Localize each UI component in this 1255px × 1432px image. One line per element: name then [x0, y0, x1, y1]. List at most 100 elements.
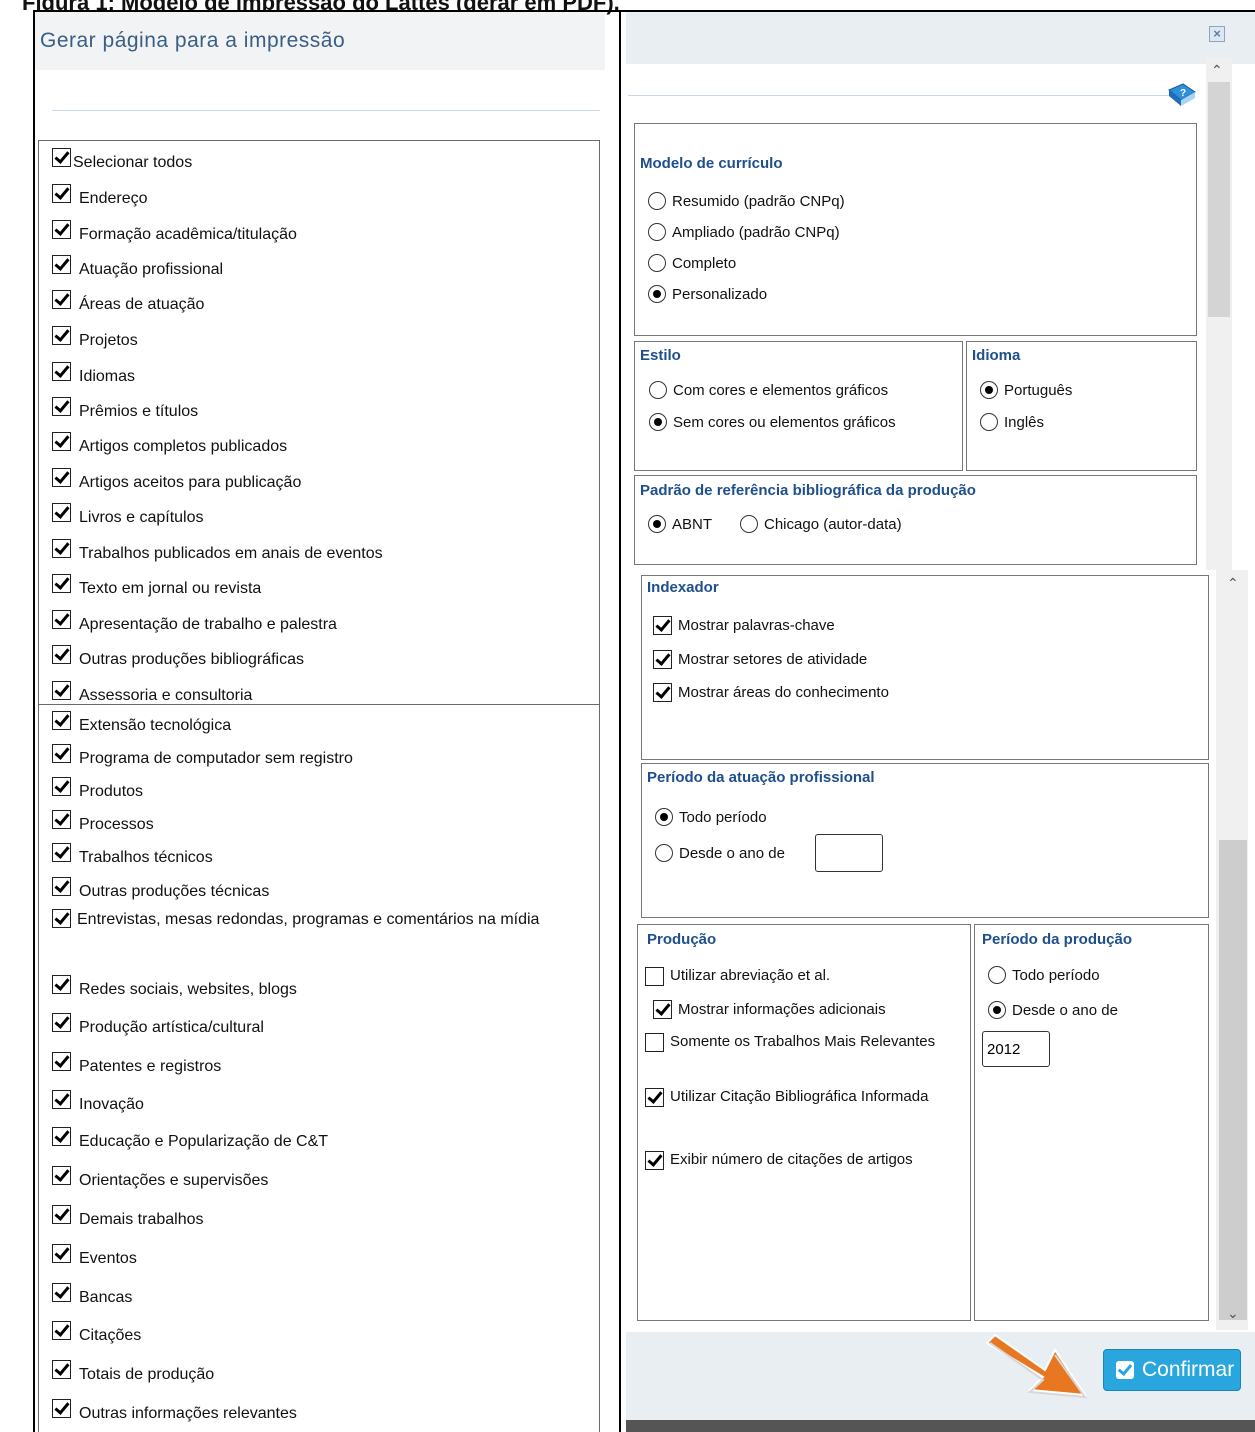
checkbox-option[interactable]: Mostrar informações adicionais — [653, 1000, 886, 1019]
radio-option[interactable]: Com cores e elementos gráficos — [649, 381, 888, 399]
checkbox[interactable] — [645, 1087, 664, 1107]
left-checklist-item[interactable]: Extensão tecnológica — [52, 711, 231, 736]
radio-option[interactable]: Ampliado (padrão CNPq) — [648, 223, 840, 241]
checkbox[interactable] — [52, 397, 71, 416]
radio-button[interactable] — [980, 413, 998, 431]
left-checklist-item[interactable]: Eventos — [52, 1244, 137, 1269]
checkbox[interactable] — [52, 1244, 71, 1263]
left-checklist-item[interactable]: Inovação — [52, 1090, 144, 1115]
checkbox[interactable] — [52, 681, 71, 700]
radio-option[interactable]: Sem cores ou elementos gráficos — [649, 413, 896, 431]
checkbox[interactable] — [653, 650, 672, 669]
checkbox-option[interactable]: Somente os Trabalhos Mais Relevantes — [645, 1030, 945, 1053]
left-checklist-item[interactable]: Entrevistas, mesas redondas, programas e… — [42, 909, 582, 931]
radio-button[interactable] — [648, 285, 666, 303]
checkbox-option[interactable]: Mostrar palavras-chave — [653, 616, 835, 635]
left-checklist-item[interactable]: Processos — [52, 810, 154, 835]
left-checklist-item[interactable]: Texto em jornal ou revista — [52, 574, 261, 599]
left-checklist-item[interactable]: Assessoria e consultoria — [52, 681, 252, 706]
radio-button[interactable] — [740, 515, 758, 533]
scroll-up-arrow-icon[interactable]: ⌃ — [1211, 62, 1223, 79]
checkbox[interactable] — [52, 1127, 71, 1146]
left-checklist-item[interactable]: Outras produções técnicas — [52, 877, 269, 902]
radio-option[interactable]: Chicago (autor-data) — [740, 515, 902, 533]
scroll-up-arrow-icon[interactable]: ⌃ — [1227, 575, 1239, 592]
checkbox[interactable] — [52, 539, 71, 558]
radio-button[interactable] — [648, 515, 666, 533]
checkbox[interactable] — [52, 975, 71, 994]
help-book-icon[interactable]: ? — [1167, 82, 1197, 108]
checkbox[interactable] — [653, 616, 672, 635]
left-checklist-item[interactable]: Apresentação de trabalho e palestra — [52, 610, 337, 635]
checkbox-option[interactable]: Mostrar setores de atividade — [653, 650, 867, 669]
checkbox[interactable] — [52, 610, 71, 629]
left-checklist-item[interactable]: Citações — [52, 1321, 141, 1346]
checkbox[interactable] — [52, 744, 71, 763]
checkbox[interactable] — [52, 362, 71, 381]
radio-button[interactable] — [649, 381, 667, 399]
left-checklist-item[interactable]: Idiomas — [52, 362, 135, 387]
left-checklist-item[interactable]: Artigos aceitos para publicação — [52, 468, 301, 493]
left-checklist-item[interactable]: Educação e Popularização de C&T — [52, 1127, 328, 1152]
checkbox-option[interactable]: Exibir número de citações de artigos — [645, 1148, 945, 1171]
checkbox[interactable] — [52, 326, 71, 345]
checkbox[interactable] — [52, 810, 71, 829]
left-checklist-item[interactable]: Totais de produção — [52, 1360, 214, 1385]
checkbox-option[interactable]: Utilizar abreviação et al. — [645, 964, 945, 987]
checkbox-option[interactable]: Utilizar Citação Bibliográfica Informada — [645, 1085, 945, 1108]
radio-option[interactable]: Português — [980, 381, 1072, 399]
checkbox[interactable] — [52, 909, 71, 928]
left-checklist-item[interactable]: Trabalhos publicados em anais de eventos — [52, 539, 383, 564]
checkbox[interactable] — [52, 1360, 71, 1379]
checkbox[interactable] — [52, 255, 71, 274]
checkbox[interactable] — [52, 1205, 71, 1224]
checkbox[interactable] — [52, 843, 71, 862]
checkbox[interactable] — [52, 148, 71, 167]
checkbox[interactable] — [52, 574, 71, 593]
left-checklist-item[interactable]: Livros e capítulos — [52, 503, 204, 528]
left-checklist-item[interactable]: Artigos completos publicados — [52, 432, 287, 457]
checkbox[interactable] — [645, 1150, 664, 1170]
radio-button[interactable] — [648, 223, 666, 241]
radio-option[interactable]: Inglês — [980, 413, 1044, 431]
left-checklist-item[interactable]: Áreas de atuação — [52, 290, 204, 315]
radio-option[interactable]: Todo período — [655, 808, 767, 826]
checkbox[interactable] — [52, 468, 71, 487]
close-icon[interactable]: × — [1209, 26, 1225, 42]
radio-button[interactable] — [649, 413, 667, 431]
checkbox-option[interactable]: Mostrar áreas do conhecimento — [653, 683, 889, 702]
left-checklist-item[interactable]: Produtos — [52, 777, 143, 802]
checkbox[interactable] — [52, 1283, 71, 1302]
radio-option[interactable]: Completo — [648, 254, 736, 272]
atuacao-year-input[interactable] — [815, 834, 883, 872]
checkbox[interactable] — [52, 503, 71, 522]
left-checklist-item[interactable]: Redes sociais, websites, blogs — [52, 975, 297, 1000]
radio-option[interactable]: Resumido (padrão CNPq) — [648, 192, 845, 210]
scrollbar-upper-thumb[interactable] — [1208, 82, 1230, 317]
scroll-down-arrow-icon[interactable]: ⌄ — [1227, 1305, 1239, 1322]
radio-button[interactable] — [988, 966, 1006, 984]
checkbox[interactable] — [52, 645, 71, 664]
left-checklist-item[interactable]: Orientações e supervisões — [52, 1166, 268, 1191]
left-checklist-item[interactable]: Trabalhos técnicos — [52, 843, 213, 868]
left-checklist-item[interactable]: Prêmios e títulos — [52, 397, 198, 422]
radio-button[interactable] — [648, 192, 666, 210]
checkbox[interactable] — [645, 1032, 664, 1052]
left-checklist-item[interactable]: Projetos — [52, 326, 138, 351]
left-checklist-item[interactable]: Demais trabalhos — [52, 1205, 204, 1230]
radio-button[interactable] — [648, 254, 666, 272]
producao-year-input[interactable] — [982, 1031, 1050, 1067]
checkbox[interactable] — [52, 432, 71, 451]
left-checklist-item[interactable]: Bancas — [52, 1283, 132, 1308]
checkbox[interactable] — [52, 877, 71, 896]
radio-option[interactable]: Personalizado — [648, 285, 767, 303]
radio-option[interactable]: Desde o ano de — [988, 1001, 1118, 1019]
checkbox[interactable] — [645, 966, 664, 986]
checkbox[interactable] — [52, 1321, 71, 1340]
checkbox[interactable] — [653, 1000, 672, 1019]
radio-button[interactable] — [655, 808, 673, 826]
radio-button[interactable] — [655, 844, 673, 862]
checkbox[interactable] — [52, 1013, 71, 1032]
radio-option[interactable]: Todo período — [988, 966, 1100, 984]
left-checklist-item[interactable]: Programa de computador sem registro — [52, 744, 353, 769]
